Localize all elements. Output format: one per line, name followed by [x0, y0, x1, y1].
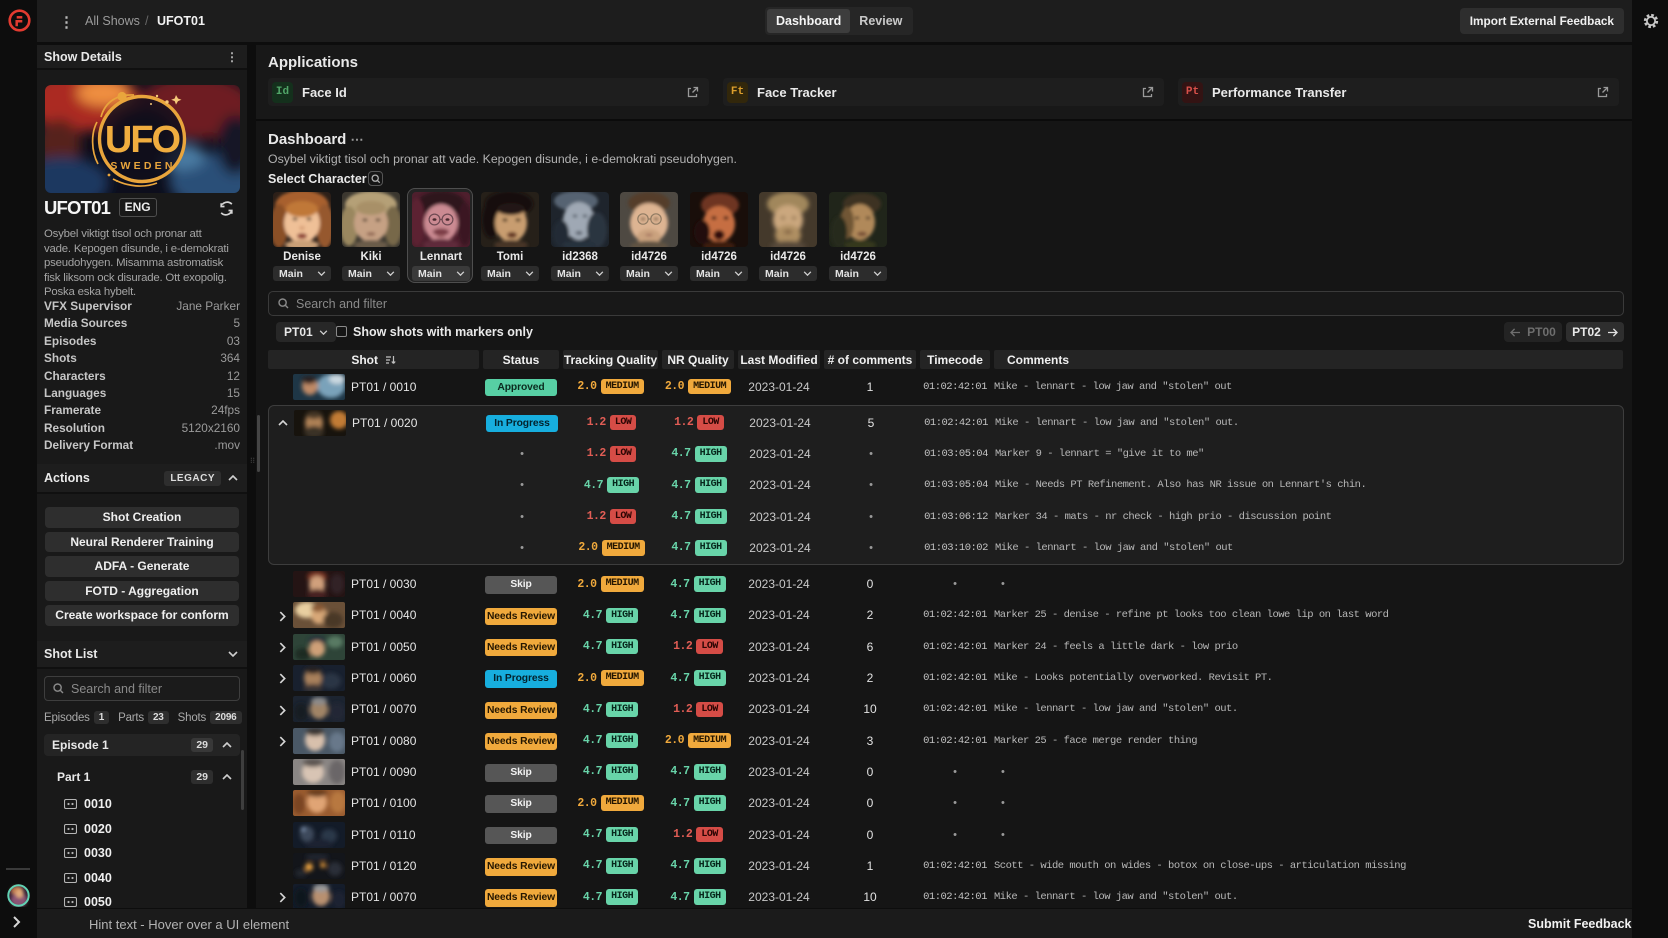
svg-text:SWEDEN: SWEDEN [110, 160, 175, 172]
svg-text:UFO: UFO [104, 119, 179, 161]
